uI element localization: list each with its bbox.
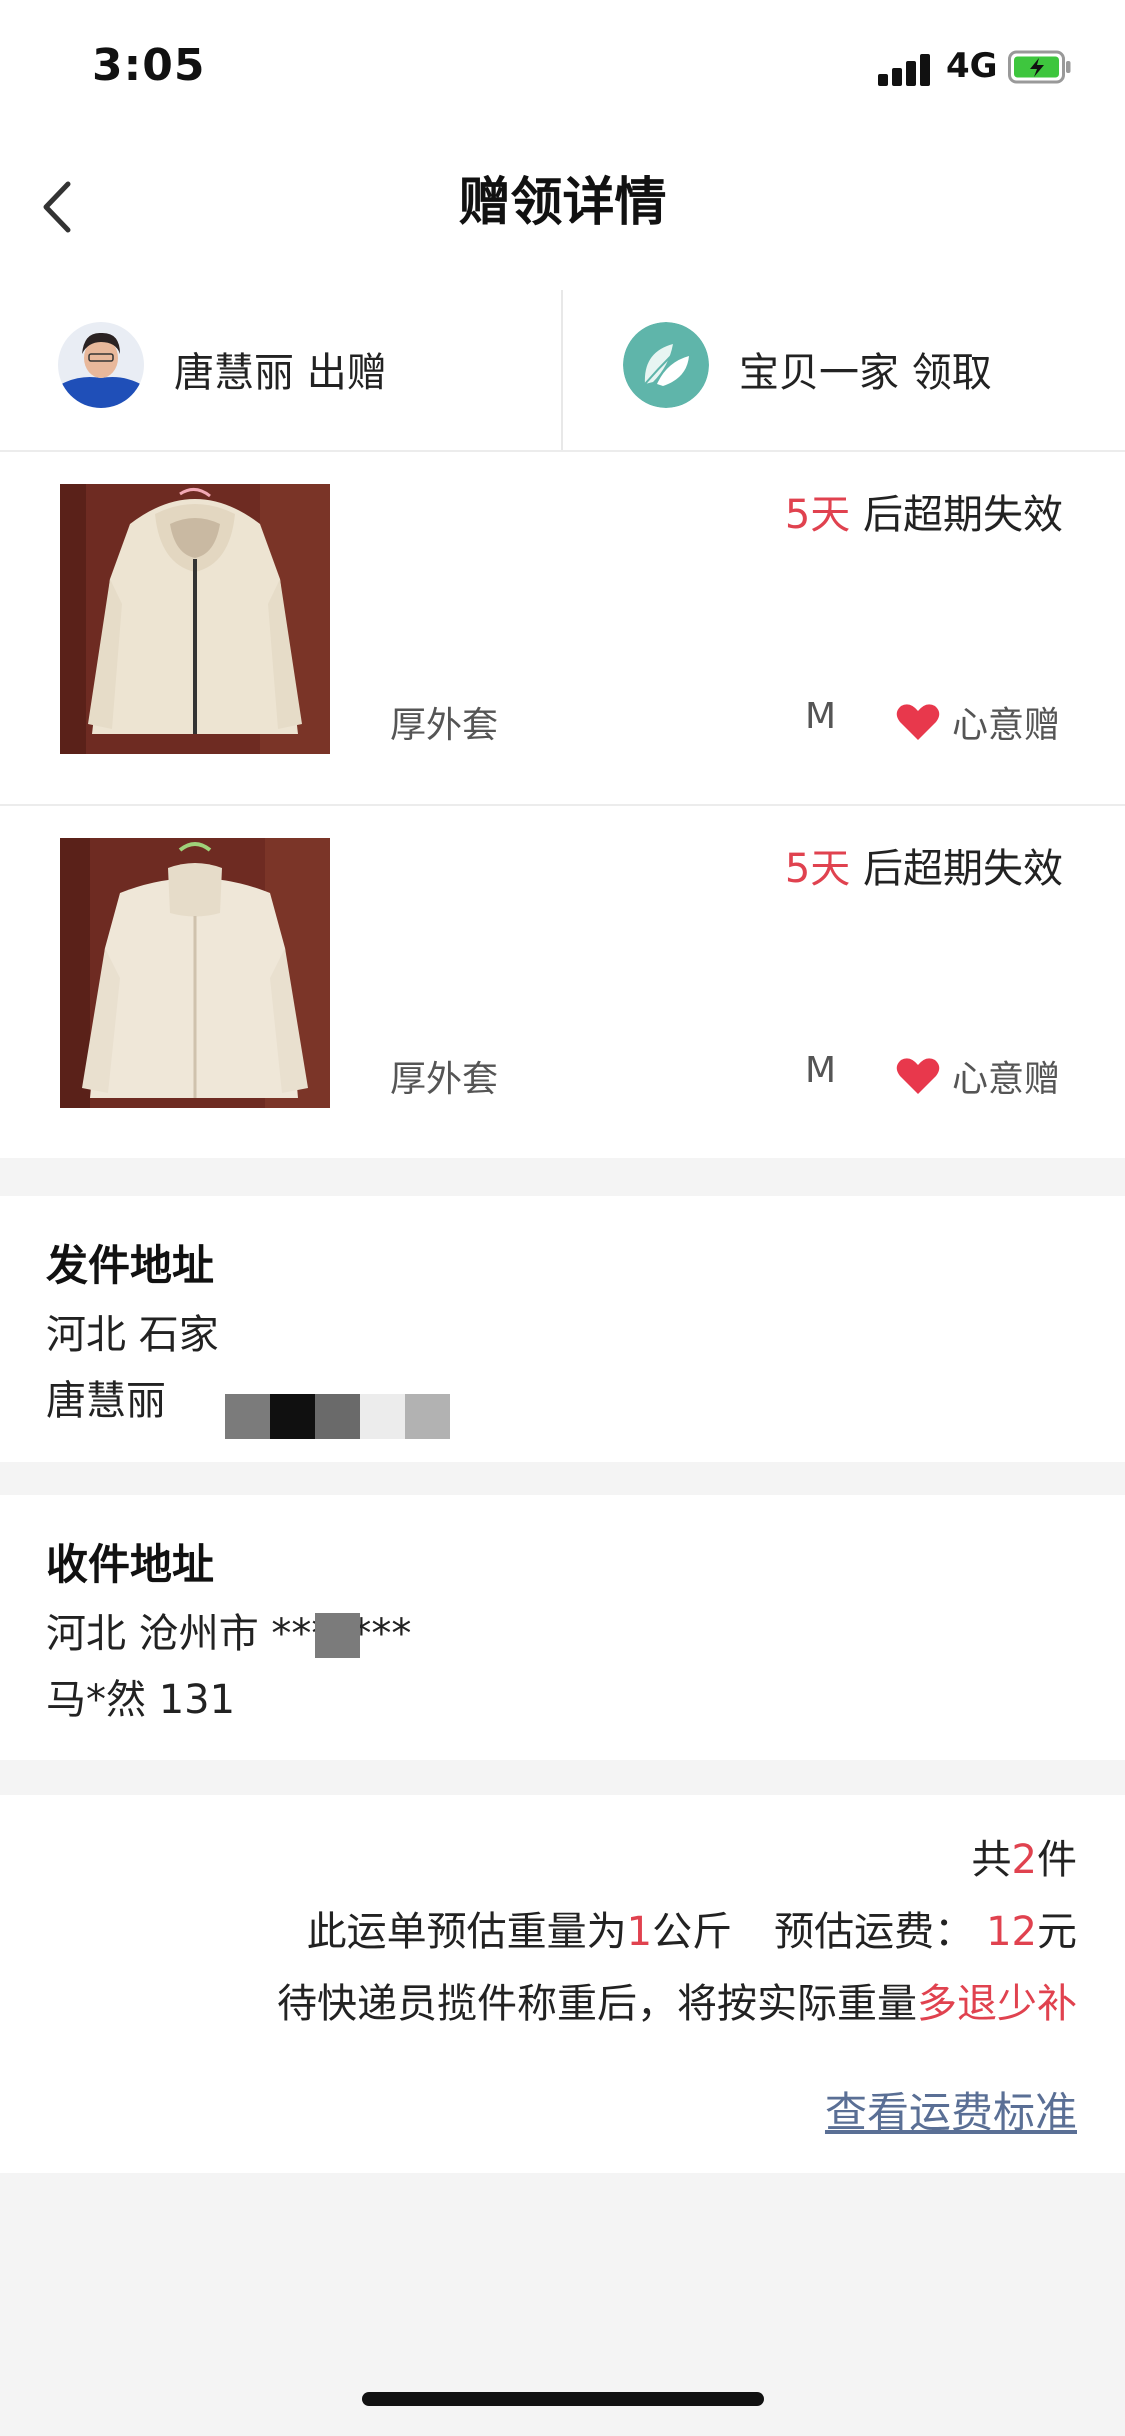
giver-action: 出赠	[306, 350, 387, 396]
send-address-name: 唐慧丽	[46, 1378, 166, 1424]
redacted-address-mosaic	[315, 1613, 360, 1658]
expire-days: 5天	[784, 492, 851, 538]
battery-charging-icon	[1008, 50, 1071, 84]
receiver-section[interactable]: 宝贝一家 领取	[563, 290, 1125, 450]
item-count-prefix: 共	[971, 1837, 1012, 1883]
item-count: 共2件	[972, 1827, 1077, 1885]
heart-icon	[896, 1058, 940, 1094]
giver-label: 唐慧丽 出赠	[174, 340, 387, 398]
item-size: M	[805, 696, 837, 737]
expire-days: 5天	[784, 846, 851, 892]
note-prefix: 待快递员揽件称重后，将按实际重量	[277, 1981, 917, 2027]
send-address-title: 发件地址	[46, 1241, 215, 1290]
nav-bar: 赠领详情	[0, 140, 1125, 290]
network-type: 4G	[946, 46, 998, 86]
recv-address-contact: 马*然 131	[46, 1677, 236, 1723]
send-address-section: 发件地址 河北 石家 唐慧丽	[0, 1196, 1125, 1462]
giver-name: 唐慧丽	[174, 350, 294, 396]
home-indicator[interactable]	[362, 2392, 764, 2406]
gift-item[interactable]: 5天 后超期失效 厚外套 M 心意赠	[0, 806, 1125, 1158]
page-title: 赠领详情	[458, 173, 667, 233]
send-address-region: 河北 石家	[46, 1312, 219, 1358]
receiver-action: 领取	[911, 350, 992, 396]
fee-value: 12	[986, 1909, 1037, 1955]
fee-unit: 元	[1037, 1909, 1077, 1955]
weight-unit: 公斤	[652, 1909, 733, 1955]
expire-suffix: 后超期失效	[850, 492, 1063, 538]
view-fee-standard-link[interactable]: 查看运费标准	[825, 2079, 1077, 2140]
recv-address-title: 收件地址	[46, 1540, 215, 1589]
item-category: 厚外套	[390, 1059, 499, 1100]
item-photo[interactable]	[60, 838, 330, 1108]
expire-notice: 5天 后超期失效	[785, 482, 1063, 540]
weighing-note: 待快递员揽件称重后，将按实际重量多退少补	[277, 1971, 1077, 2029]
giver-section[interactable]: 唐慧丽 出赠	[0, 290, 562, 450]
weight-fee-line: 此运单预估重量为1公斤 预估运费： 12元	[307, 1899, 1077, 1957]
item-category: 厚外套	[390, 705, 499, 746]
status-bar: 3:05 4G	[0, 0, 1125, 140]
gift-type: 心意赠	[952, 1059, 1061, 1100]
item-count-value: 2	[1011, 1837, 1037, 1883]
shipping-summary: 共2件 此运单预估重量为1公斤 预估运费： 12元 待快递员揽件称重后，将按实际重量…	[0, 1795, 1125, 2173]
heart-icon	[896, 704, 940, 740]
item-size: M	[805, 1050, 837, 1091]
gift-type: 心意赠	[952, 705, 1061, 746]
expire-notice: 5天 后超期失效	[785, 836, 1063, 894]
status-time: 3:05	[92, 40, 206, 91]
recv-address-section: 收件地址 河北 沧州市 ******* 马*然 131	[0, 1495, 1125, 1760]
note-emphasis: 多退少补	[917, 1981, 1077, 2027]
receiver-label: 宝贝一家 领取	[739, 340, 992, 398]
fee-label: 预估运费：	[774, 1909, 975, 1955]
signal-icon	[878, 52, 934, 86]
expire-suffix: 后超期失效	[850, 846, 1063, 892]
receiver-name: 宝贝一家	[739, 350, 899, 396]
receiver-avatar[interactable]	[623, 322, 709, 408]
weight-prefix: 此运单预估重量为	[306, 1909, 627, 1955]
item-count-suffix: 件	[1037, 1837, 1077, 1883]
redacted-phone-mosaic	[225, 1394, 450, 1439]
weight-value: 1	[626, 1909, 653, 1955]
gift-item[interactable]: 5天 后超期失效 厚外套 M 心意赠	[0, 452, 1125, 806]
giver-avatar[interactable]	[58, 322, 144, 408]
item-photo[interactable]	[60, 484, 330, 754]
parties-row: 唐慧丽 出赠 宝贝一家 领取	[0, 290, 1125, 452]
